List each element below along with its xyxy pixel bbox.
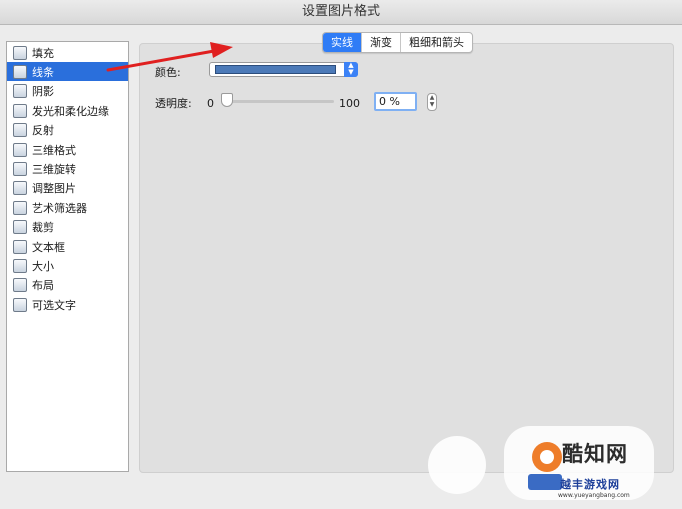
slider-thumb[interactable] — [221, 93, 233, 107]
sidebar-item-3[interactable]: 发光和柔化边缘 — [7, 101, 128, 120]
sidebar-item-label: 调整图片 — [32, 182, 76, 196]
sidebar-item-label: 三维旋转 — [32, 162, 76, 176]
size-icon — [13, 258, 27, 273]
line-type-tabs: 实线 渐变 粗细和箭头 — [322, 32, 473, 53]
artistic-filter-icon — [13, 200, 27, 215]
watermark: 酷知网 越丰游戏网 www.yueyangbang.com — [428, 422, 678, 506]
line-color-picker[interactable]: ▲ ▼ — [209, 62, 358, 77]
transparency-label: 透明度: — [155, 97, 192, 110]
sidebar-item-6[interactable]: 三维旋转 — [7, 159, 128, 178]
adjust-picture-icon — [13, 181, 27, 196]
router-icon — [528, 474, 562, 490]
shadow-icon — [13, 84, 27, 99]
glow-icon — [13, 103, 27, 118]
tab-solid-line[interactable]: 实线 — [323, 33, 361, 52]
sidebar-item-7[interactable]: 调整图片 — [7, 179, 128, 198]
sidebar-item-12[interactable]: 布局 — [7, 276, 128, 295]
watermark-url: www.yueyangbang.com — [558, 492, 630, 499]
sidebar-item-label: 阴影 — [32, 85, 54, 99]
3d-rotation-icon — [13, 161, 27, 176]
slider-max-label: 100 — [339, 97, 360, 110]
sidebar-item-5[interactable]: 三维格式 — [7, 140, 128, 159]
tab-weight-arrows[interactable]: 粗细和箭头 — [400, 33, 472, 52]
window-titlebar: 设置图片格式 — [0, 0, 682, 25]
sidebar-item-label: 文本框 — [32, 240, 65, 254]
transparency-stepper[interactable]: ▲ ▼ — [427, 93, 437, 111]
sidebar-item-4[interactable]: 反射 — [7, 121, 128, 140]
sidebar-item-9[interactable]: 裁剪 — [7, 218, 128, 237]
reflection-icon — [13, 123, 27, 138]
sidebar-item-label: 布局 — [32, 279, 54, 293]
sidebar-item-13[interactable]: 可选文字 — [7, 295, 128, 314]
category-sidebar: 填充线条阴影发光和柔化边缘 反射三维格式三维旋转调整图片艺术筛选器裁剪文本框大小布… — [6, 41, 129, 472]
tab-gradient[interactable]: 渐变 — [361, 33, 400, 52]
sidebar-item-label: 发光和柔化边缘 — [32, 104, 109, 118]
sidebar-item-8[interactable]: 艺术筛选器 — [7, 198, 128, 217]
chevron-up-down-icon[interactable]: ▲ ▼ — [344, 62, 358, 77]
sidebar-item-label: 填充 — [32, 46, 54, 60]
watermark-name: 酷知网 — [562, 442, 628, 466]
watermark-logo-icon — [428, 436, 486, 494]
sidebar-item-label: 可选文字 — [32, 298, 76, 312]
paint-bucket-icon — [13, 45, 27, 60]
watermark-dot-icon — [532, 442, 562, 472]
line-icon — [13, 64, 27, 79]
sidebar-item-label: 线条 — [32, 65, 54, 79]
slider-min-label: 0 — [207, 97, 214, 110]
layout-icon — [13, 278, 27, 293]
color-swatch — [215, 65, 336, 74]
sidebar-item-label: 三维格式 — [32, 143, 76, 157]
sidebar-item-label: 大小 — [32, 259, 54, 273]
sidebar-item-0[interactable]: 填充 — [7, 43, 128, 62]
sidebar-item-11[interactable]: 大小 — [7, 256, 128, 275]
color-label: 颜色: — [155, 66, 181, 79]
text-box-icon — [13, 239, 27, 254]
transparency-input[interactable] — [374, 92, 417, 111]
sidebar-item-label: 反射 — [32, 124, 54, 138]
sidebar-item-1[interactable]: 线条 — [7, 62, 128, 82]
transparency-slider[interactable] — [221, 93, 334, 107]
window-title: 设置图片格式 — [301, 4, 380, 19]
sidebar-item-10[interactable]: 文本框 — [7, 237, 128, 256]
sidebar-item-2[interactable]: 阴影 — [7, 82, 128, 101]
alt-text-icon — [13, 297, 27, 312]
watermark-url-cn: 越丰游戏网 — [560, 478, 620, 491]
crop-icon — [13, 220, 27, 235]
sidebar-item-label: 艺术筛选器 — [32, 201, 87, 215]
sidebar-item-label: 裁剪 — [32, 221, 54, 235]
3d-format-icon — [13, 142, 27, 157]
